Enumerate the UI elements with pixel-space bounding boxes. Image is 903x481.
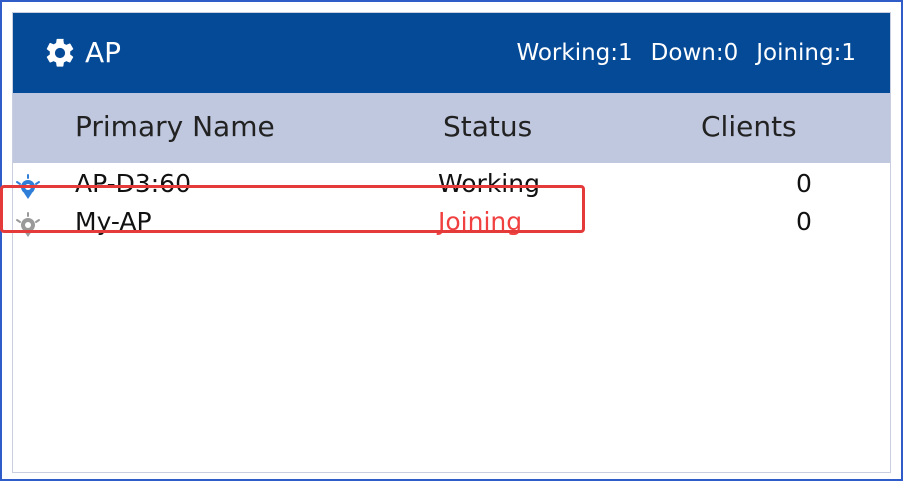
ap-status: Working [438, 169, 540, 198]
table-header: Primary Name Status Clients [13, 93, 890, 163]
ap-offline-icon [16, 212, 40, 237]
table-row-ap-d3-60[interactable]: AP-D3:60 Working 0 [13, 165, 890, 203]
ap-clients: 0 [796, 169, 812, 198]
ap-status-joining: Joining [438, 207, 523, 236]
panel-title: AP [85, 36, 122, 69]
down-count: Down:0 [650, 40, 739, 66]
column-header-clients[interactable]: Clients [701, 109, 797, 145]
column-header-status[interactable]: Status [443, 109, 532, 145]
ap-clients: 0 [796, 207, 812, 236]
gear-icon[interactable] [43, 36, 77, 70]
ap-name[interactable]: AP-D3:60 [75, 165, 191, 203]
ap-name[interactable]: My-AP [75, 203, 152, 241]
joining-count: Joining:1 [756, 40, 856, 66]
ap-online-icon [16, 174, 40, 199]
working-count: Working:1 [516, 40, 633, 66]
ap-panel: AP Working:1 Down:0 Joining:1 Primary Name… [12, 12, 891, 473]
ap-status-summary: Working:1 Down:0 Joining:1 [498, 37, 856, 69]
screenshot-frame: AP Working:1 Down:0 Joining:1 Primary Name… [0, 0, 903, 481]
table-row-my-ap[interactable]: My-AP Joining 0 [13, 203, 890, 241]
panel-header: AP Working:1 Down:0 Joining:1 [13, 13, 890, 93]
column-header-primary-name[interactable]: Primary Name [75, 109, 275, 145]
